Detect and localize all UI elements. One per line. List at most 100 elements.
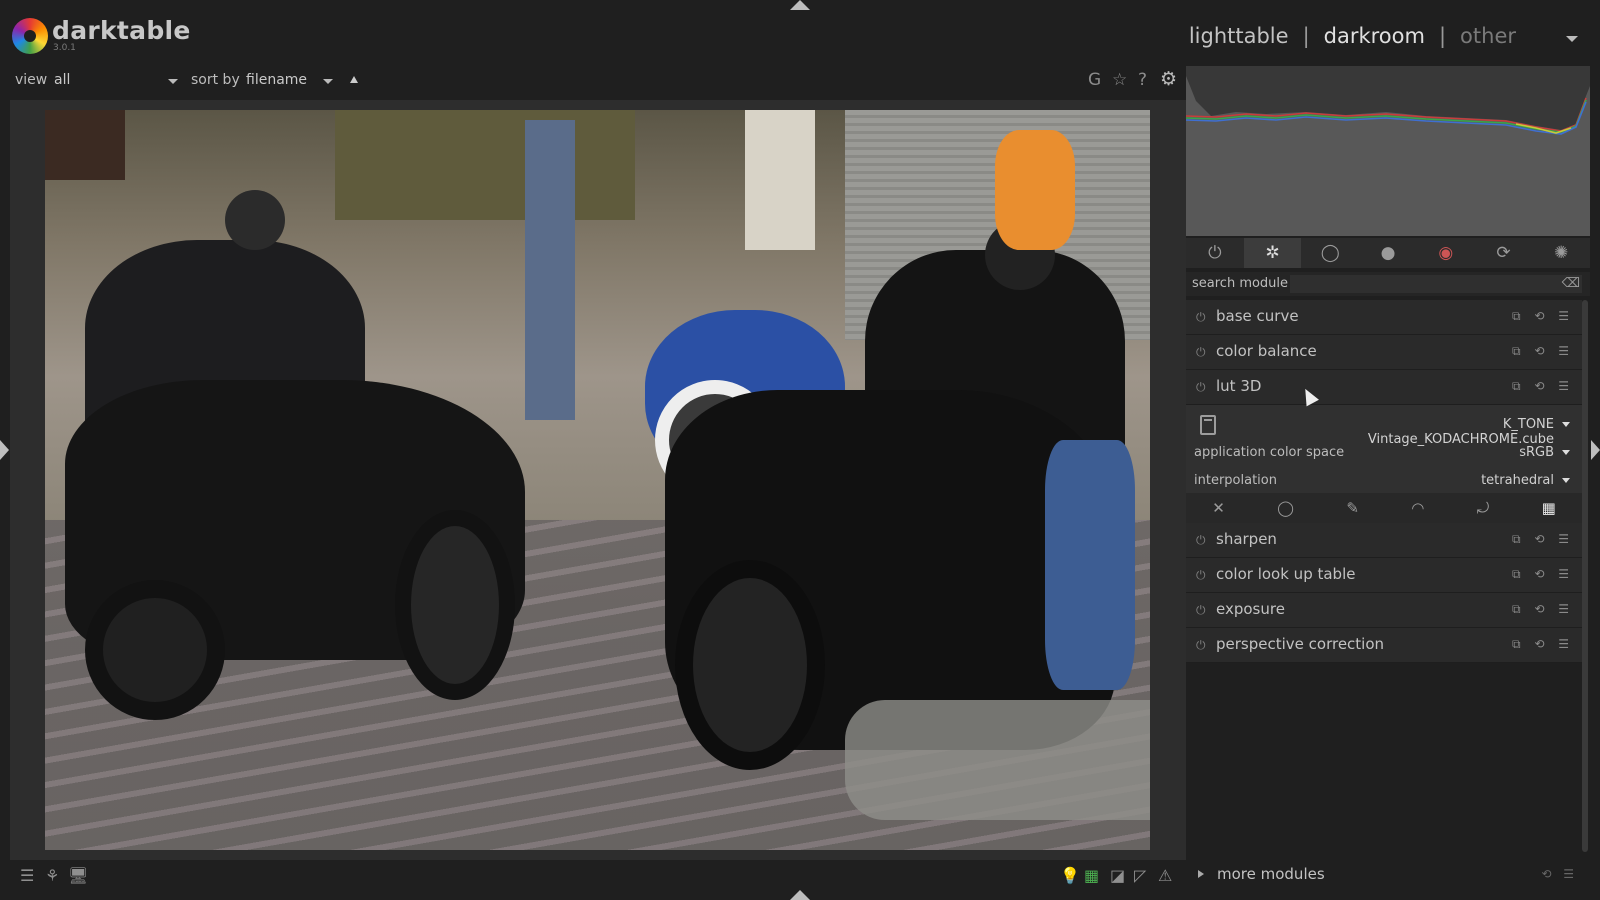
- power-icon[interactable]: ⏻: [1196, 310, 1206, 325]
- lut-3d-params: K_TONE Vintage_KODACHROME.cube applicati…: [1186, 405, 1582, 493]
- module-actions[interactable]: ⧉ ⟲ ☰: [1512, 344, 1574, 359]
- more-modules[interactable]: more modules ⟲ ☰: [1186, 862, 1590, 886]
- grouping-icon[interactable]: G: [1088, 70, 1101, 90]
- interpolation-label: interpolation: [1194, 473, 1277, 488]
- color-space-label: application color space: [1194, 445, 1345, 460]
- interpolation-value[interactable]: tetrahedral: [1481, 473, 1554, 488]
- module-actions[interactable]: ⧉ ⟲ ☰: [1512, 602, 1574, 617]
- module-actions[interactable]: ⧉ ⟲ ☰: [1512, 379, 1574, 394]
- darkroom-canvas[interactable]: [10, 100, 1186, 860]
- module-name: exposure: [1216, 600, 1285, 618]
- power-icon[interactable]: ⏻: [1196, 568, 1206, 583]
- gamut-check-icon[interactable]: ⚠: [1158, 866, 1172, 885]
- list-icon[interactable]: ☰: [20, 866, 34, 885]
- darktable-logo-icon: [12, 18, 48, 54]
- mask-uniform-icon[interactable]: ◯: [1277, 499, 1294, 517]
- blend-mask-selector: ✕ ◯ ✎ ◠ ⤾ ▦: [1186, 493, 1582, 523]
- module-name: lut 3D: [1216, 377, 1262, 395]
- bottom-panel-toggle[interactable]: [790, 890, 810, 900]
- mask-drawn-icon[interactable]: ✎: [1346, 499, 1359, 517]
- mask-raster-icon[interactable]: ▦: [1542, 499, 1556, 517]
- right-panel-toggle[interactable]: [1591, 440, 1600, 460]
- file-icon[interactable]: [1200, 415, 1216, 435]
- view-dropdown-icon[interactable]: [1566, 36, 1578, 42]
- module-exposure[interactable]: ⏻ exposure ⧉ ⟲ ☰: [1186, 593, 1582, 628]
- app-name: darktable: [52, 16, 191, 45]
- module-perspective-correction[interactable]: ⏻ perspective correction ⧉ ⟲ ☰: [1186, 628, 1582, 663]
- left-panel-toggle[interactable]: [0, 440, 9, 460]
- module-name: color balance: [1216, 342, 1317, 360]
- module-color-look-up-table[interactable]: ⏻ color look up table ⧉ ⟲ ☰: [1186, 558, 1582, 593]
- expand-triangle-icon[interactable]: [1198, 870, 1204, 878]
- module-scrollbar[interactable]: [1582, 300, 1588, 852]
- module-color-balance[interactable]: ⏻ color balance ⧉ ⟲ ☰: [1186, 335, 1582, 370]
- group-favorites-icon[interactable]: ✲: [1243, 238, 1302, 268]
- header: darktable 3.0.1 lighttable | darkroom | …: [0, 10, 1600, 66]
- power-icon[interactable]: ⏻: [1196, 533, 1206, 548]
- power-icon[interactable]: ⏻: [1196, 380, 1206, 395]
- module-actions[interactable]: ⧉ ⟲ ☰: [1512, 532, 1574, 547]
- mask-drawn-parametric-icon[interactable]: ⤾: [1477, 499, 1490, 517]
- color-space-value[interactable]: sRGB: [1519, 445, 1554, 460]
- color-space-chevron-down-icon[interactable]: [1562, 450, 1570, 455]
- view-filter-select[interactable]: all: [54, 72, 70, 88]
- lut-file-chevron-down-icon[interactable]: [1562, 422, 1570, 427]
- module-sharpen[interactable]: ⏻ sharpen ⧉ ⟲ ☰: [1186, 523, 1582, 558]
- top-panel-toggle[interactable]: [790, 0, 810, 10]
- module-search: search module ⌫: [1186, 272, 1590, 296]
- raw-overexposed-icon[interactable]: ◪: [1110, 866, 1125, 885]
- module-name: base curve: [1216, 307, 1299, 325]
- search-clear-icon[interactable]: ⌫: [1562, 276, 1580, 291]
- lut-file-select[interactable]: K_TONE Vintage_KODACHROME.cube: [1316, 417, 1554, 447]
- search-module-label: search module: [1192, 276, 1289, 291]
- view-lighttable[interactable]: lighttable: [1175, 24, 1303, 48]
- styles-icon[interactable]: ⚘: [45, 866, 59, 885]
- group-correct-icon[interactable]: ⟳: [1475, 238, 1533, 268]
- display-icon[interactable]: 🖥: [68, 866, 88, 885]
- softproof-icon[interactable]: ◸: [1134, 866, 1146, 885]
- sort-order-icon[interactable]: [350, 76, 358, 83]
- module-name: sharpen: [1216, 530, 1277, 548]
- gear-icon[interactable]: ⚙: [1160, 68, 1177, 90]
- module-group-tabs: ⏻ ✲ ◯ ● ◉ ⟳ ✺: [1186, 238, 1590, 268]
- histogram-graph: [1186, 76, 1590, 236]
- search-module-input[interactable]: [1290, 275, 1582, 293]
- module-actions[interactable]: ⧉ ⟲ ☰: [1512, 637, 1574, 652]
- app-version: 3.0.1: [53, 43, 76, 53]
- group-color-icon[interactable]: ◉: [1417, 238, 1475, 268]
- interpolation-row[interactable]: interpolation tetrahedral: [1194, 473, 1574, 493]
- edited-photo[interactable]: [45, 110, 1150, 850]
- mask-parametric-icon[interactable]: ◠: [1411, 499, 1424, 517]
- module-name: color look up table: [1216, 565, 1356, 583]
- group-effect-icon[interactable]: ✺: [1532, 238, 1590, 268]
- view-other[interactable]: other: [1446, 24, 1530, 48]
- module-list: ⏻ base curve ⧉ ⟲ ☰ ⏻ color balance ⧉ ⟲ ☰…: [1186, 300, 1582, 663]
- sort-chevron-down-icon[interactable]: [323, 79, 333, 84]
- more-modules-actions[interactable]: ⟲ ☰: [1541, 867, 1578, 881]
- module-base-curve[interactable]: ⏻ base curve ⧉ ⟲ ☰: [1186, 300, 1582, 335]
- color-space-row[interactable]: application color space sRGB: [1194, 445, 1574, 465]
- module-lut-3d[interactable]: ⏻ lut 3D ⧉ ⟲ ☰: [1186, 370, 1582, 405]
- filter-bar: view all sort by filename G ☆ ? ⚙: [0, 68, 1180, 94]
- interpolation-chevron-down-icon[interactable]: [1562, 478, 1570, 483]
- view-switcher: lighttable | darkroom | other: [1175, 24, 1530, 48]
- group-basic-icon[interactable]: ◯: [1301, 238, 1359, 268]
- lightbulb-icon[interactable]: 💡: [1060, 866, 1080, 885]
- sort-select[interactable]: filename: [246, 72, 307, 88]
- power-icon[interactable]: ⏻: [1196, 638, 1206, 653]
- power-icon[interactable]: ⏻: [1196, 603, 1206, 618]
- module-actions[interactable]: ⧉ ⟲ ☰: [1512, 567, 1574, 582]
- group-active-modules-icon[interactable]: ⏻: [1186, 238, 1244, 268]
- view-darkroom[interactable]: darkroom: [1310, 24, 1439, 48]
- help-icon[interactable]: ?: [1138, 70, 1147, 90]
- view-filter-label: view: [15, 72, 48, 88]
- color-assessment-icon[interactable]: ▦: [1084, 866, 1099, 885]
- mask-off-icon[interactable]: ✕: [1212, 499, 1225, 517]
- histogram[interactable]: [1186, 66, 1590, 236]
- module-actions[interactable]: ⧉ ⟲ ☰: [1512, 309, 1574, 324]
- power-icon[interactable]: ⏻: [1196, 345, 1206, 360]
- view-filter-chevron-down-icon[interactable]: [168, 79, 178, 84]
- group-tone-icon[interactable]: ●: [1359, 238, 1417, 268]
- star-icon[interactable]: ☆: [1112, 70, 1127, 90]
- view-separator: |: [1302, 24, 1310, 48]
